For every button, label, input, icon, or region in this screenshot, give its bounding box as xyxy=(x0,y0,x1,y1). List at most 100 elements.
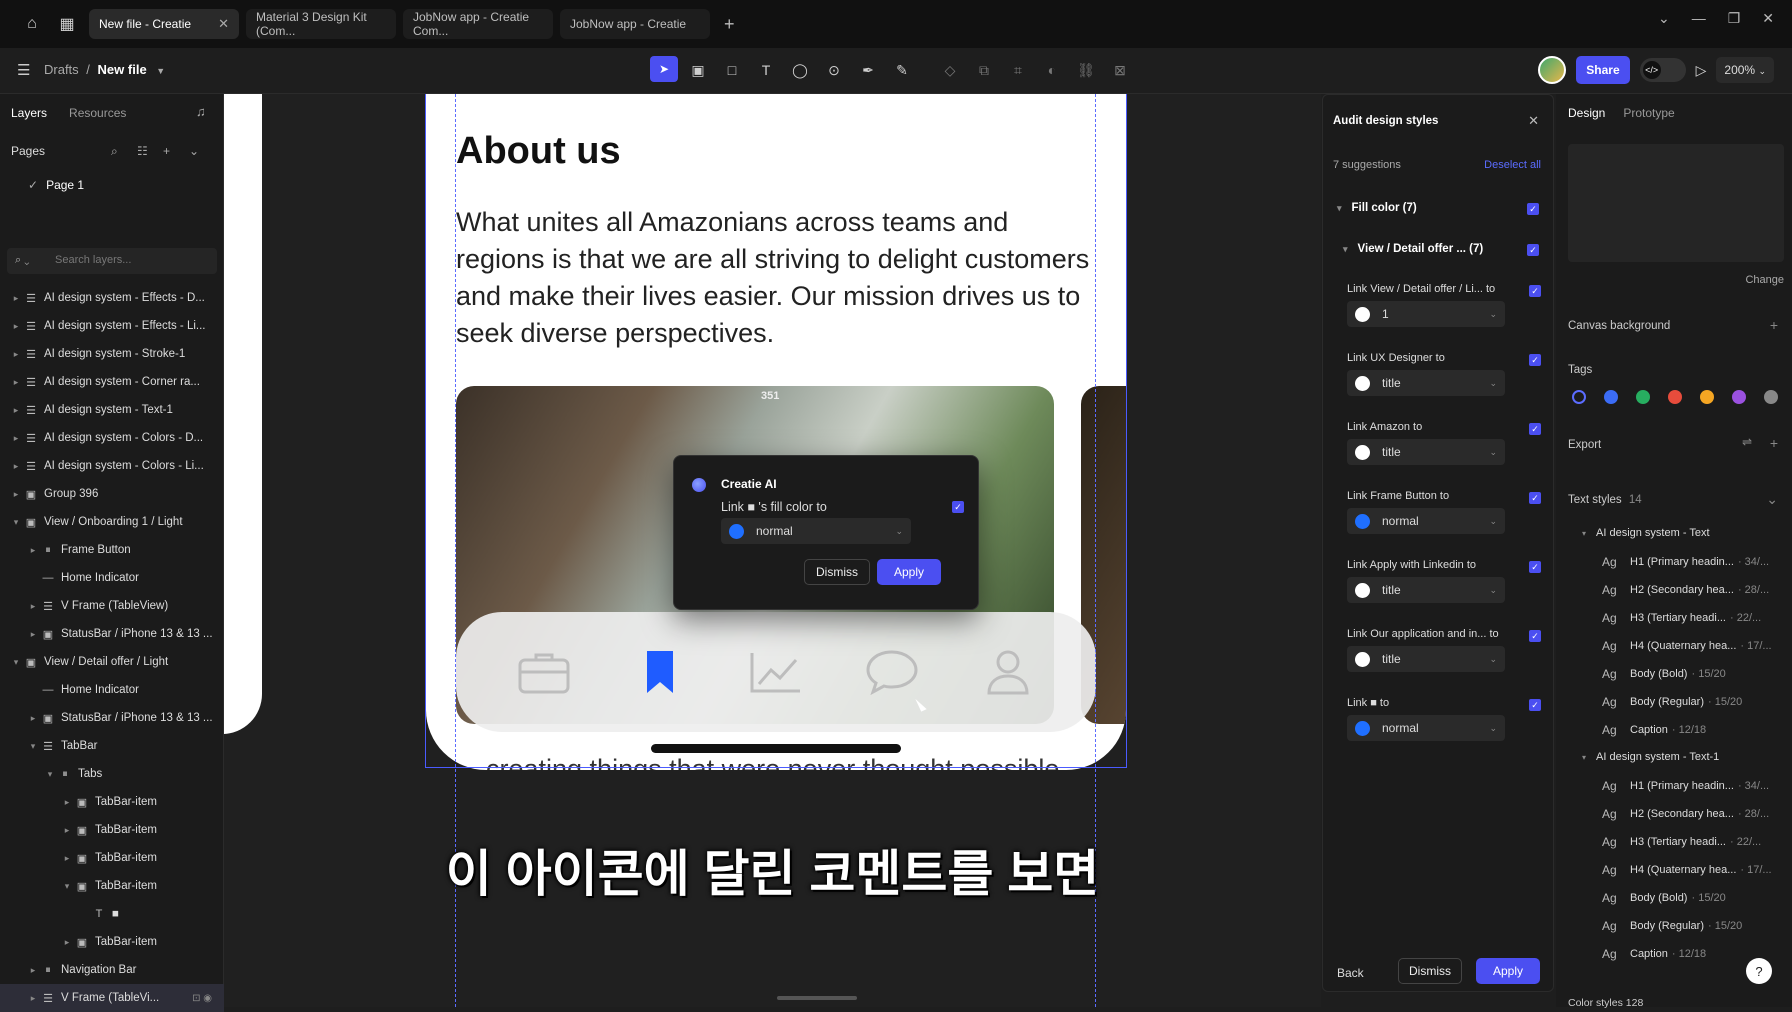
text-style-item[interactable]: Ag Caption · 12/18 xyxy=(1568,723,1788,737)
dismiss-button[interactable]: Dismiss xyxy=(804,559,870,585)
text-style-item[interactable]: Ag H3 (Tertiary headi... · 22/... xyxy=(1568,835,1788,849)
image-icon[interactable]: ⊠ xyxy=(1106,56,1134,84)
text-style-item[interactable]: Ag H2 (Secondary hea... · 28/... xyxy=(1568,583,1788,597)
suggestion-checkbox[interactable]: ✓ xyxy=(1529,561,1541,573)
apply-button[interactable]: Apply xyxy=(877,559,941,585)
layer-item[interactable]: — Home Indicator xyxy=(0,564,224,592)
tag-color-swatch[interactable] xyxy=(1700,390,1714,404)
layer-item[interactable]: ▸ ⏸ Navigation Bar xyxy=(0,956,224,984)
layer-item[interactable]: ▸ ☰ AI design system - Stroke-1 xyxy=(0,340,224,368)
dismiss-button[interactable]: Dismiss xyxy=(1398,958,1462,984)
expand-arrow-icon[interactable]: ▾ xyxy=(10,517,22,528)
expand-arrow-icon[interactable]: ▸ xyxy=(10,433,22,444)
expand-arrow-icon[interactable]: ▸ xyxy=(61,937,73,948)
suggestion-checkbox[interactable]: ✓ xyxy=(1529,354,1541,366)
zoom-dropdown[interactable]: 200% ⌄ xyxy=(1716,57,1774,83)
crop-icon[interactable]: ⌗ xyxy=(1004,56,1032,84)
search-icon[interactable]: ⌕ xyxy=(111,144,118,159)
profile-icon[interactable] xyxy=(980,644,1036,700)
file-name[interactable]: New file xyxy=(98,62,147,77)
suggestion-checkbox[interactable]: ✓ xyxy=(1529,285,1541,297)
component-icon[interactable]: ◇ xyxy=(936,56,964,84)
text-style-item[interactable]: Ag H1 (Primary headin... · 34/... xyxy=(1568,779,1788,793)
style-select[interactable]: title ⌄ xyxy=(1347,577,1505,603)
style-select[interactable]: title ⌄ xyxy=(1347,370,1505,396)
add-icon[interactable]: + xyxy=(1770,435,1778,451)
style-select[interactable]: title ⌄ xyxy=(1347,439,1505,465)
expand-arrow-icon[interactable]: ▸ xyxy=(10,489,22,500)
layer-item[interactable]: ▸ ☰ V Frame (TableView) xyxy=(0,592,224,620)
layer-item[interactable]: ▾ ▣ View / Onboarding 1 / Light xyxy=(0,508,224,536)
expand-arrow-icon[interactable]: ▸ xyxy=(10,377,22,388)
lock-eye-icon[interactable]: ⊡ ◉ xyxy=(192,993,212,1004)
text-style-item[interactable]: Ag H4 (Quaternary hea... · 17/... xyxy=(1568,863,1788,877)
expand-arrow-icon[interactable]: ▸ xyxy=(27,545,39,556)
group-checkbox[interactable]: ✓ xyxy=(1527,203,1539,215)
suggestion-checkbox[interactable]: ✓ xyxy=(1529,699,1541,711)
tag-color-swatch[interactable] xyxy=(1604,390,1618,404)
close-icon[interactable]: ✕ xyxy=(1528,113,1539,129)
layer-item[interactable]: T ■ xyxy=(0,900,224,928)
apps-grid-icon[interactable]: ▦ xyxy=(52,9,82,39)
tag-color-swatch[interactable] xyxy=(1636,390,1650,404)
close-tab-icon[interactable]: ✕ xyxy=(218,16,229,32)
style-select[interactable]: normal ⌄ xyxy=(1347,715,1505,741)
expand-arrow-icon[interactable]: ▾ xyxy=(27,741,39,752)
expand-arrow-icon[interactable]: ▸ xyxy=(10,461,22,472)
popup-checkbox[interactable]: ✓ xyxy=(952,501,964,513)
deselect-all-link[interactable]: Deselect all xyxy=(1484,159,1541,171)
suggestion-checkbox[interactable]: ✓ xyxy=(1529,423,1541,435)
back-button[interactable]: Back xyxy=(1337,966,1364,980)
minimize-icon[interactable]: — xyxy=(1692,10,1706,27)
search-input[interactable]: Search layers... xyxy=(55,254,131,266)
layer-item[interactable]: ▾ ☰ TabBar xyxy=(0,732,224,760)
boolean-icon[interactable]: ⧉ xyxy=(970,56,998,84)
add-page-icon[interactable]: + xyxy=(163,144,170,158)
expand-arrow-icon[interactable]: ▾ xyxy=(44,769,56,780)
expand-arrow-icon[interactable]: ▸ xyxy=(10,321,22,332)
text-style-item[interactable]: Ag H3 (Tertiary headi... · 22/... xyxy=(1568,611,1788,625)
expand-arrow-icon[interactable]: ▸ xyxy=(27,629,39,640)
expand-arrow-icon[interactable]: ▸ xyxy=(27,601,39,612)
tag-color-swatch[interactable] xyxy=(1572,390,1586,404)
expand-arrow-icon[interactable]: ▸ xyxy=(27,993,39,1004)
layer-item[interactable]: — Home Indicator xyxy=(0,676,224,704)
suggestion-checkbox[interactable]: ✓ xyxy=(1529,492,1541,504)
crumb-drafts[interactable]: Drafts xyxy=(44,62,79,77)
expand-arrow-icon[interactable]: ▾ xyxy=(10,657,22,668)
maximize-icon[interactable]: ❐ xyxy=(1728,10,1741,27)
text-style-group[interactable]: ▾ AI design system - Text xyxy=(1568,527,1788,539)
horizontal-scrollbar[interactable] xyxy=(777,996,857,1000)
expand-arrow-icon[interactable]: ▾ xyxy=(61,881,73,892)
page-item[interactable]: ✓ Page 1 xyxy=(28,178,84,192)
mobile-frame[interactable]: About us What unites all Amazonians acro… xyxy=(426,94,1126,770)
tag-color-swatch[interactable] xyxy=(1764,390,1778,404)
layer-item[interactable]: ▸ ▣ TabBar-item xyxy=(0,816,224,844)
play-icon[interactable]: ▷ xyxy=(1696,62,1707,79)
tabs-dropdown-icon[interactable]: ⌄ xyxy=(1658,10,1670,27)
layer-item[interactable]: ▸ ☰ AI design system - Colors - D... xyxy=(0,424,224,452)
text-style-item[interactable]: Ag H4 (Quaternary hea... · 17/... xyxy=(1568,639,1788,653)
expand-arrow-icon[interactable]: ▸ xyxy=(10,405,22,416)
sort-icon[interactable]: ☷ xyxy=(137,144,148,158)
style-select[interactable]: normal ⌄ xyxy=(1347,508,1505,534)
layer-item[interactable]: ▸ ▣ TabBar-item xyxy=(0,844,224,872)
expand-arrow-icon[interactable]: ▸ xyxy=(27,713,39,724)
apply-button[interactable]: Apply xyxy=(1476,958,1540,984)
mask-icon[interactable]: ◐ xyxy=(1038,56,1066,84)
layer-item[interactable]: ▸ ▣ StatusBar / iPhone 13 & 13 ... xyxy=(0,704,224,732)
text-style-item[interactable]: Ag Body (Regular) · 15/20 xyxy=(1568,919,1788,933)
frame-tool-icon[interactable]: ▣ xyxy=(684,56,712,84)
layer-item[interactable]: ▾ ▣ View / Detail offer / Light xyxy=(0,648,224,676)
layer-item[interactable]: ▸ ▣ TabBar-item xyxy=(0,788,224,816)
move-tool-icon[interactable]: ➤ xyxy=(650,56,678,82)
chart-icon[interactable] xyxy=(748,644,804,700)
new-tab-plus-icon[interactable]: + xyxy=(724,14,735,35)
layer-item[interactable]: ▾ ▣ TabBar-item xyxy=(0,872,224,900)
avatar[interactable] xyxy=(1538,56,1567,84)
tag-color-swatch[interactable] xyxy=(1732,390,1746,404)
layer-item[interactable]: ▸ ☰ AI design system - Corner ra... xyxy=(0,368,224,396)
tab-layers[interactable]: Layers xyxy=(11,106,47,120)
tab-resources[interactable]: Resources xyxy=(69,106,126,120)
settings-icon[interactable]: ⇌ xyxy=(1742,435,1752,449)
